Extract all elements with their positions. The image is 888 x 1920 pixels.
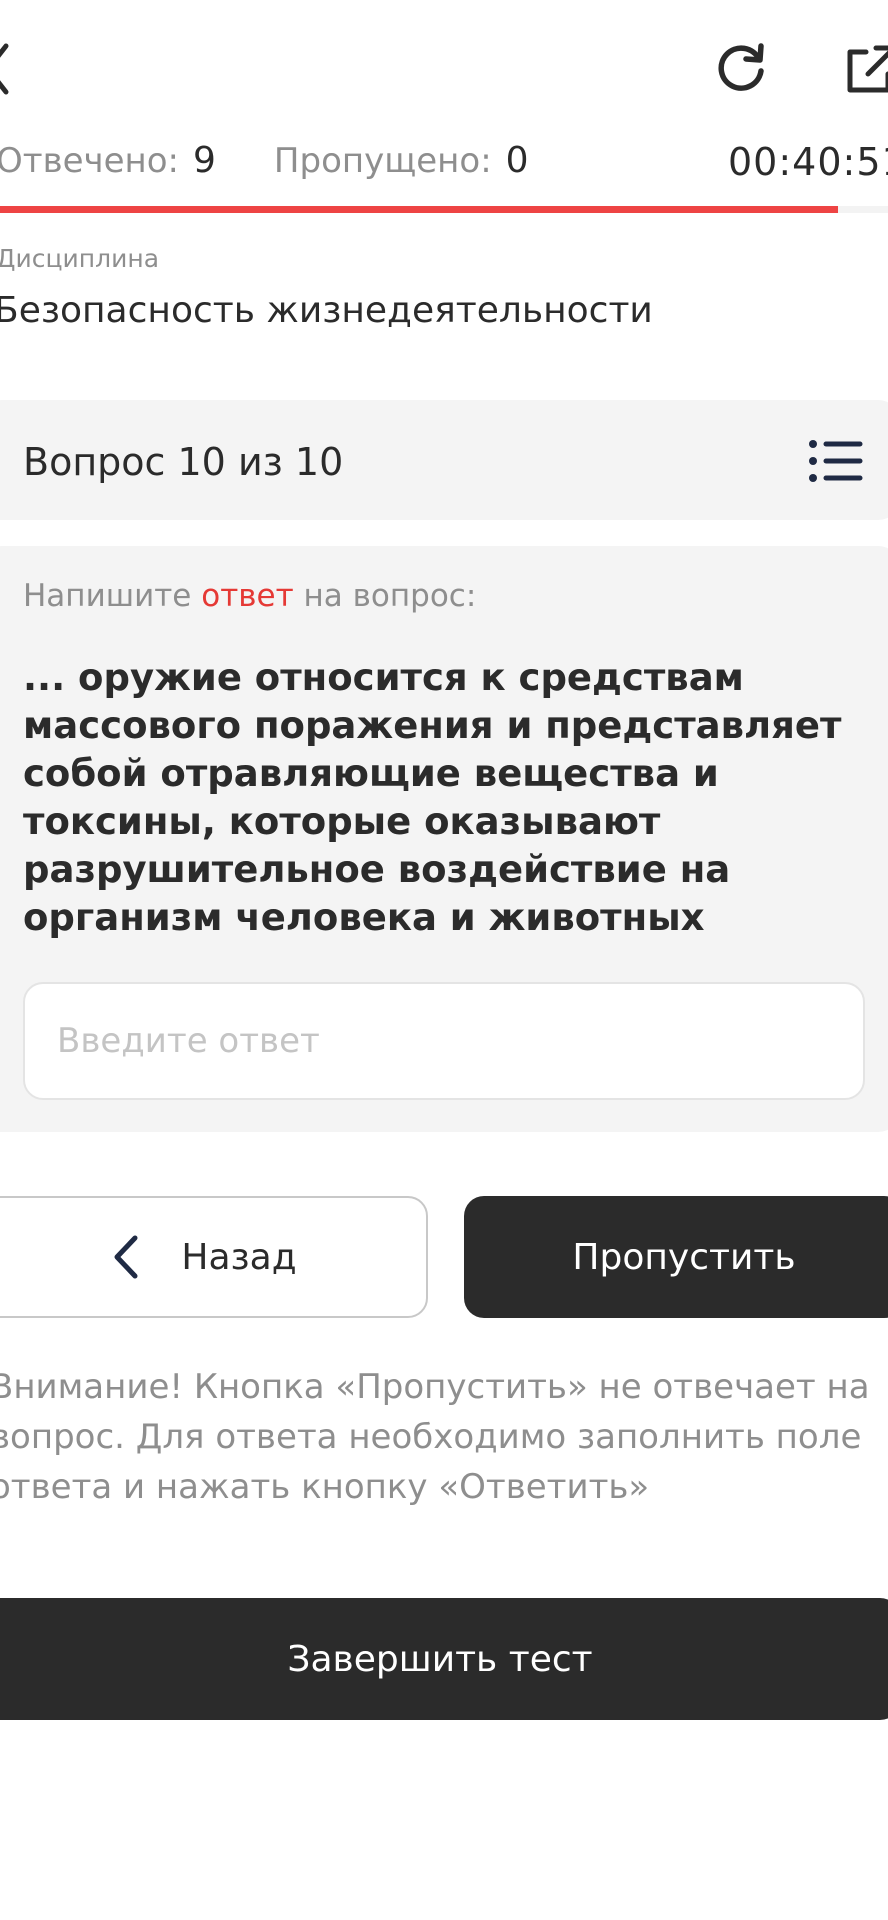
question-text: ... оружие относится к средствам массово… [23, 656, 842, 939]
back-button[interactable]: Назад [0, 1196, 428, 1318]
progress-stats: Отвечено: 9 Пропущено: 0 [0, 140, 529, 181]
finish-test-label: Завершить тест [287, 1638, 593, 1680]
chevron-left-icon[interactable] [0, 42, 10, 96]
answer-input[interactable] [23, 982, 865, 1100]
chevron-left-icon [111, 1234, 141, 1280]
skipped-count: 0 [505, 140, 529, 181]
question-prompt: Напишите ответ на вопрос: [23, 578, 476, 614]
answered-label: Отвечено: [0, 141, 180, 181]
skip-button-label: Пропустить [572, 1236, 796, 1278]
back-button-label: Назад [181, 1236, 297, 1278]
timer: 00:40:51 [728, 140, 888, 184]
answered-count: 9 [193, 140, 216, 181]
skipped-label: Пропущено: [273, 141, 492, 181]
skip-button[interactable]: Пропустить [464, 1196, 888, 1318]
external-link-icon[interactable] [846, 44, 888, 94]
progress-bar [0, 206, 888, 213]
discipline-name: Безопасность жизнедеятельности [0, 290, 653, 331]
progress-fill [0, 206, 839, 213]
prompt-accent: ответ [201, 578, 294, 614]
skip-warning: Внимание! Кнопка «Пропустить» не отвечае… [0, 1367, 870, 1507]
refresh-icon[interactable] [712, 38, 770, 96]
list-icon[interactable] [808, 438, 864, 484]
finish-test-button[interactable]: Завершить тест [0, 1598, 888, 1720]
prompt-text-end: на вопрос: [293, 578, 477, 614]
question-counter: Вопрос 10 из 10 [23, 440, 344, 484]
discipline-label: Дисциплина [0, 244, 160, 273]
prompt-text: Напишите [23, 578, 202, 614]
